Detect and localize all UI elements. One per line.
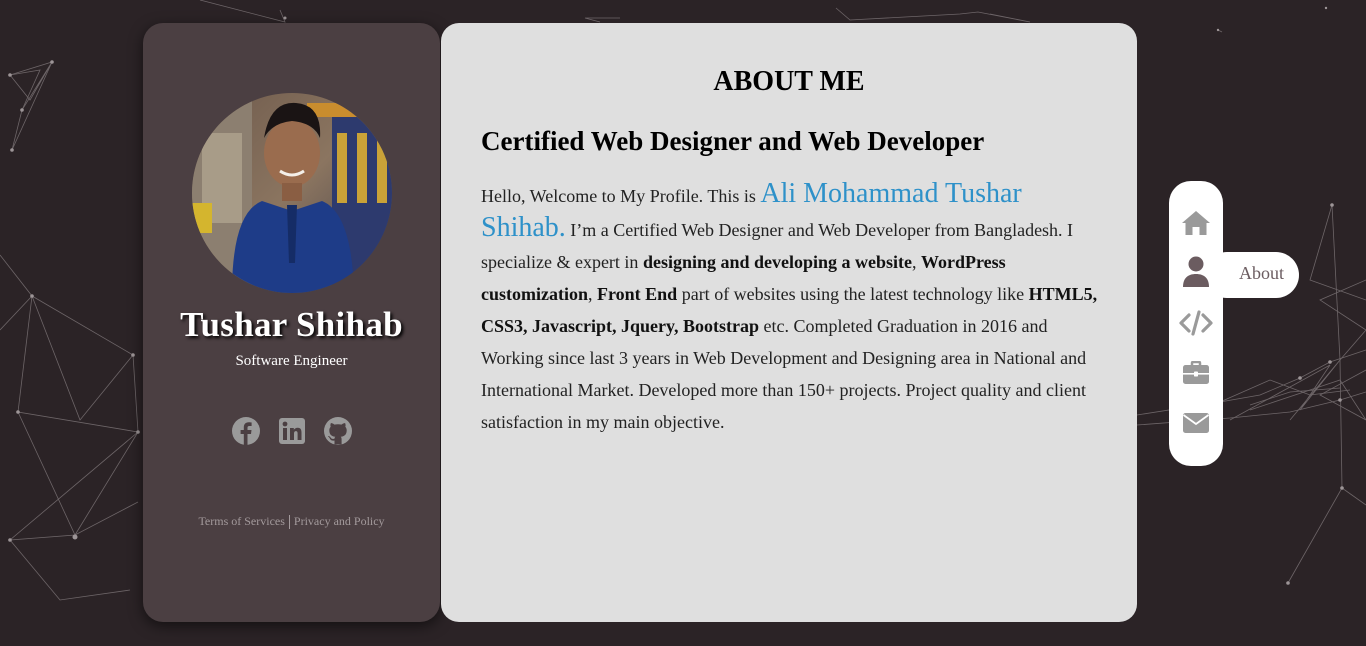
profile-card: Tushar Shihab Software Engineer Terms of… bbox=[143, 23, 440, 622]
nav-home[interactable] bbox=[1169, 205, 1223, 241]
side-nav bbox=[1169, 181, 1223, 466]
avatar-photo bbox=[192, 93, 392, 293]
about-section: ABOUT ME Certified Web Designer and Web … bbox=[441, 23, 1137, 622]
code-icon bbox=[1179, 310, 1213, 336]
privacy-link[interactable]: Privacy and Policy bbox=[294, 514, 385, 528]
github-icon[interactable] bbox=[323, 417, 352, 445]
footer-divider bbox=[288, 515, 290, 530]
profile-role: Software Engineer bbox=[235, 353, 348, 369]
about-subtitle: Certified Web Designer and Web Developer bbox=[481, 126, 985, 156]
about-paragraph: Hello, Welcome to My Profile. This is Al… bbox=[481, 178, 1101, 438]
home-icon bbox=[1182, 211, 1210, 235]
nav-contact[interactable] bbox=[1169, 405, 1223, 441]
footer-links: Terms of Services Privacy and Policy bbox=[143, 514, 440, 530]
nav-about[interactable] bbox=[1169, 254, 1223, 290]
about-text-2: , bbox=[912, 252, 921, 272]
about-text-4: part of websites using the latest techno… bbox=[677, 284, 1029, 304]
section-title: ABOUT ME bbox=[713, 66, 865, 97]
envelope-icon bbox=[1182, 413, 1210, 433]
briefcase-icon bbox=[1183, 361, 1209, 384]
nav-portfolio[interactable] bbox=[1169, 355, 1223, 391]
greeting-text: Hello, Welcome to My Profile. This is bbox=[481, 186, 761, 206]
skill-web: designing and developing a website bbox=[642, 252, 912, 272]
linkedin-icon[interactable] bbox=[278, 417, 306, 445]
skill-frontend: Front End bbox=[597, 284, 678, 304]
facebook-icon[interactable] bbox=[231, 417, 260, 445]
avatar bbox=[192, 93, 392, 293]
nav-active-label[interactable]: About bbox=[1239, 263, 1284, 284]
terms-link[interactable]: Terms of Services bbox=[198, 514, 284, 528]
social-links bbox=[143, 417, 440, 445]
user-icon bbox=[1183, 256, 1209, 287]
profile-name: Tushar Shihab bbox=[180, 305, 403, 344]
about-text-3: , bbox=[588, 284, 597, 304]
nav-code[interactable] bbox=[1169, 305, 1223, 341]
